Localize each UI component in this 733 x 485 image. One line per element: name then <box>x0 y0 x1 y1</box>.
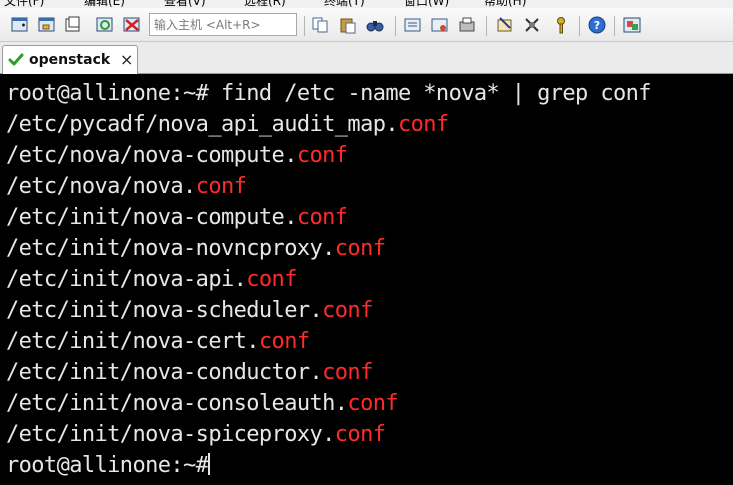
grep-match-highlight: conf <box>322 360 373 385</box>
print-icon[interactable] <box>404 16 422 34</box>
terminal-line-text: /etc/nova/nova-compute. <box>6 143 297 168</box>
terminal-line-text: /etc/nova/nova. <box>6 174 196 199</box>
disconnect-icon[interactable] <box>123 16 141 34</box>
terminal-line: /etc/init/nova-novncproxy.conf <box>6 233 733 264</box>
settings-icon[interactable] <box>523 16 541 34</box>
grep-match-highlight: conf <box>258 329 310 354</box>
help-icon[interactable]: ? <box>588 16 606 34</box>
host-input[interactable] <box>149 13 297 36</box>
terminal-line: root@allinone:~# find /etc -name *nova* … <box>6 78 733 109</box>
grep-match-highlight: conf <box>322 298 373 323</box>
toolbar-separator <box>304 16 305 36</box>
toolbar-separator <box>486 16 487 36</box>
print-setup-icon[interactable] <box>431 16 449 34</box>
svg-text:?: ? <box>594 19 600 32</box>
grep-match-highlight: conf <box>246 267 297 292</box>
terminal-line: root@allinone:~# <box>6 450 733 481</box>
options-icon[interactable] <box>496 16 514 34</box>
terminal-line-text: root@allinone:~# find /etc -name *nova* … <box>6 81 652 106</box>
open-session-icon[interactable] <box>38 16 56 34</box>
terminal-line: /etc/init/nova-compute.conf <box>6 202 733 233</box>
connected-check-icon <box>8 53 24 66</box>
terminal-line-text: root@allinone:~# <box>6 453 209 478</box>
terminal-line: /etc/nova/nova.conf <box>6 171 733 202</box>
terminal-line-text: /etc/init/nova-novncproxy. <box>6 236 335 261</box>
terminal-line: /etc/init/nova-scheduler.conf <box>6 295 733 326</box>
menu-remote[interactable]: 远程(R) <box>244 0 286 8</box>
grep-match-highlight: conf <box>347 391 399 416</box>
tab-bar: openstack × <box>0 42 733 75</box>
terminal-line: /etc/init/nova-cert.conf <box>6 326 733 357</box>
toolbar-separator <box>579 16 580 36</box>
grep-match-highlight: conf <box>398 112 449 137</box>
toolbar: ? <box>0 8 733 42</box>
reconnect-icon[interactable] <box>64 16 82 34</box>
tab-openstack[interactable]: openstack × <box>2 45 138 75</box>
new-session-icon[interactable] <box>11 16 29 34</box>
menu-terminal[interactable]: 终端(T) <box>324 0 365 8</box>
screenshot-icon[interactable] <box>623 16 641 34</box>
terminal-cursor <box>208 453 211 475</box>
menu-file[interactable]: 文件(F) <box>4 0 44 8</box>
terminal-line-text: /etc/pycadf/nova_api_audit_map. <box>6 112 399 137</box>
terminal-line: /etc/init/nova-consoleauth.conf <box>6 388 733 419</box>
terminal-line-text: /etc/init/nova-api. <box>6 267 247 292</box>
menu-view[interactable]: 查看(V) <box>164 0 206 8</box>
find-icon[interactable] <box>366 16 384 34</box>
copy-icon[interactable] <box>311 16 329 34</box>
terminal-output[interactable]: root@allinone:~# find /etc -name *nova* … <box>0 74 733 485</box>
grep-match-highlight: conf <box>195 174 247 199</box>
grep-match-highlight: conf <box>334 422 386 447</box>
terminal-line-text: /etc/init/nova-spiceproxy. <box>6 422 335 447</box>
grep-match-highlight: conf <box>296 143 348 168</box>
terminal-line-text: /etc/init/nova-consoleauth. <box>6 391 348 416</box>
terminal-line: /etc/init/nova-spiceproxy.conf <box>6 419 733 450</box>
terminal-line-text: /etc/init/nova-conductor. <box>6 360 323 385</box>
toolbar-separator <box>395 16 396 36</box>
menu-window[interactable]: 窗口(W) <box>404 0 449 8</box>
tab-close-icon[interactable]: × <box>120 50 133 69</box>
grep-match-highlight: conf <box>296 205 348 230</box>
key-icon[interactable] <box>552 16 570 34</box>
menu-help[interactable]: 帮助(H) <box>484 0 526 8</box>
grep-match-highlight: conf <box>334 236 386 261</box>
tab-label: openstack <box>29 52 111 68</box>
terminal-line-text: /etc/init/nova-compute. <box>6 205 297 230</box>
terminal-line: /etc/pycadf/nova_api_audit_map.conf <box>6 109 733 140</box>
terminal-line: /etc/init/nova-api.conf <box>6 264 733 295</box>
properties-icon[interactable] <box>458 16 476 34</box>
terminal-line: /etc/nova/nova-compute.conf <box>6 140 733 171</box>
terminal-line-text: /etc/init/nova-scheduler. <box>6 298 323 323</box>
terminal-line: /etc/init/nova-conductor.conf <box>6 357 733 388</box>
paste-icon[interactable] <box>339 16 357 34</box>
toolbar-separator <box>614 16 615 36</box>
terminal-line-text: /etc/init/nova-cert. <box>6 329 260 354</box>
refresh-icon[interactable] <box>96 16 114 34</box>
menu-bar: 文件(F) 编辑(E) 查看(V) 远程(R) 终端(T) 窗口(W) 帮助(H… <box>0 0 733 8</box>
menu-edit[interactable]: 编辑(E) <box>84 0 125 8</box>
